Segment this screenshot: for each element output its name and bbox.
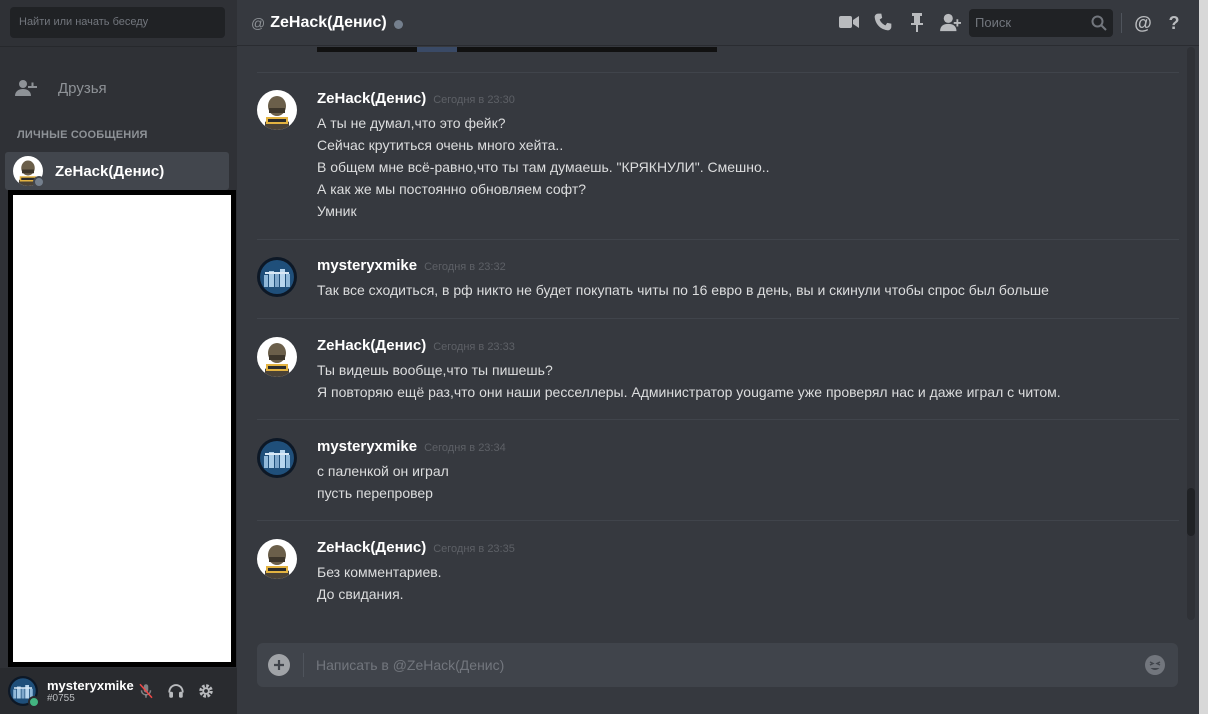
message-divider xyxy=(257,72,1179,73)
message-scrollbar[interactable] xyxy=(1187,47,1195,620)
message-text: Сейчас крутиться очень много хейта.. xyxy=(317,137,564,153)
message-timestamp: Сегодня в 23:32 xyxy=(424,261,506,273)
dm-sidebar: Найти или начать беседу Друзья ЛИЧНЫЕ СО… xyxy=(0,0,237,714)
message-timestamp: Сегодня в 23:33 xyxy=(433,341,515,353)
message-text: с паленкой он играл xyxy=(317,463,449,479)
headphones-icon xyxy=(168,684,184,698)
search-icon xyxy=(1091,15,1107,31)
phone-icon xyxy=(874,13,892,31)
message-author[interactable]: ZeHack(Денис) xyxy=(317,90,426,107)
pubg-helmet-avatar-icon xyxy=(257,539,297,579)
header-divider xyxy=(1121,13,1122,33)
online-status-icon xyxy=(28,696,40,708)
pubg-helmet-avatar-icon xyxy=(257,337,297,377)
message-author[interactable]: ZeHack(Денис) xyxy=(317,539,426,556)
mute-microphone-button[interactable] xyxy=(131,676,161,706)
add-friend-to-dm-button[interactable] xyxy=(939,9,963,35)
pinned-messages-button[interactable] xyxy=(905,9,929,35)
message-timestamp: Сегодня в 23:35 xyxy=(433,543,515,555)
previous-message-image xyxy=(317,47,717,52)
message-group: ZeHack(Денис) Сегодня в 23:33 Ты видешь … xyxy=(257,337,1179,407)
message-timestamp: Сегодня в 23:30 xyxy=(433,94,515,106)
message-text: Умник xyxy=(317,203,357,219)
message-text: Я повторяю ещё раз,что они наши ресселле… xyxy=(317,384,1061,400)
message-text: Ты видешь вообще,что ты пишешь? xyxy=(317,362,553,378)
sidebar-divider xyxy=(0,46,237,47)
message-timestamp: Сегодня в 23:34 xyxy=(424,442,506,454)
find-conversation-input[interactable]: Найти или начать беседу xyxy=(10,7,225,38)
sidebar-item-friends[interactable]: Друзья xyxy=(6,72,230,104)
user-tag: #0755 xyxy=(47,693,75,704)
user-settings-button[interactable] xyxy=(191,676,221,706)
message-divider xyxy=(257,419,1179,420)
message-group: ZeHack(Денис) Сегодня в 23:30 А ты не ду… xyxy=(257,90,1179,220)
message-author[interactable]: ZeHack(Денис) xyxy=(317,337,426,354)
avatar[interactable] xyxy=(257,438,297,478)
offline-status-icon xyxy=(33,176,45,188)
city-skyline-avatar-icon xyxy=(257,257,297,297)
offline-status-icon xyxy=(393,19,403,29)
plus-icon xyxy=(274,660,284,670)
avatar[interactable] xyxy=(257,90,297,130)
message-author[interactable]: mysteryxmike xyxy=(317,438,417,455)
friends-icon xyxy=(15,80,37,96)
microphone-muted-icon xyxy=(139,683,153,699)
upload-file-button[interactable] xyxy=(268,654,290,676)
composer-divider xyxy=(303,653,304,677)
scrollbar-thumb[interactable] xyxy=(1187,488,1195,536)
message-group: mysteryxmike Сегодня в 23:32 Так все схо… xyxy=(257,257,1179,307)
video-camera-icon xyxy=(839,16,859,28)
message-text: А ты не думал,что это фейк? xyxy=(317,115,506,131)
user-panel: mysteryxmike #0755 xyxy=(0,668,237,714)
message-text: Без комментариев. xyxy=(317,564,442,580)
message-composer xyxy=(257,643,1178,687)
add-user-icon xyxy=(940,13,961,32)
pin-icon xyxy=(911,13,923,32)
message-divider xyxy=(257,318,1179,319)
message-group: ZeHack(Денис) Сегодня в 23:35 Без коммен… xyxy=(257,539,1179,609)
message-text: До свидания. xyxy=(317,586,404,602)
deafen-button[interactable] xyxy=(161,676,191,706)
dm-item-zehack[interactable]: ZeHack(Денис) xyxy=(5,152,229,190)
search-input[interactable]: Поиск xyxy=(969,9,1113,37)
start-voice-call-button[interactable] xyxy=(871,9,895,35)
emoji-picker-icon[interactable] xyxy=(1144,654,1166,676)
gear-icon xyxy=(199,684,213,698)
message-group: mysteryxmike Сегодня в 23:34 с паленкой … xyxy=(257,438,1179,508)
direct-messages-header: ЛИЧНЫЕ СООБЩЕНИЯ xyxy=(17,129,148,141)
message-text: В общем мне всё-равно,что ты там думаешь… xyxy=(317,159,770,175)
message-divider xyxy=(257,520,1179,521)
mentions-button[interactable]: @ xyxy=(1130,10,1156,36)
avatar[interactable] xyxy=(257,257,297,297)
message-divider xyxy=(257,239,1179,240)
message-text: пусть перепровер xyxy=(317,485,433,501)
message-author[interactable]: mysteryxmike xyxy=(317,257,417,274)
city-skyline-avatar-icon xyxy=(257,438,297,478)
avatar[interactable] xyxy=(257,539,297,579)
window-edge xyxy=(1199,0,1208,714)
start-video-call-button[interactable] xyxy=(837,9,861,35)
at-symbol: @ xyxy=(251,14,266,31)
avatar xyxy=(13,156,45,188)
search-placeholder: Поиск xyxy=(975,15,1012,30)
username: mysteryxmike xyxy=(47,678,134,693)
page-title: ZeHack(Денис) xyxy=(270,13,387,31)
friends-label: Друзья xyxy=(58,79,107,97)
channel-header: @ ZeHack(Денис) Поиск @ ? xyxy=(237,0,1208,46)
help-button[interactable]: ? xyxy=(1162,10,1186,36)
avatar[interactable] xyxy=(257,337,297,377)
message-list[interactable]: ZeHack(Денис) Сегодня в 23:30 А ты не ду… xyxy=(237,47,1187,620)
message-text: А как же мы постоянно обновляем софт? xyxy=(317,181,587,197)
message-input[interactable] xyxy=(316,643,1116,687)
dm-item-label: ZeHack(Денис) xyxy=(55,162,165,180)
pubg-helmet-avatar-icon xyxy=(257,90,297,130)
redacted-area xyxy=(8,190,236,667)
user-avatar[interactable] xyxy=(8,676,40,708)
message-text: Так все сходиться, в рф никто не будет п… xyxy=(317,282,1049,298)
